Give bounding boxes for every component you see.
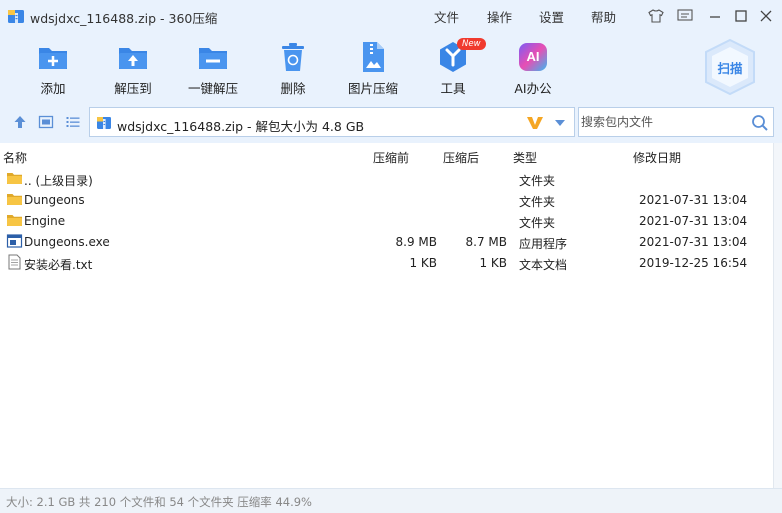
close-icon bbox=[760, 10, 772, 22]
column-type[interactable]: 类型 bbox=[513, 149, 537, 166]
size-before: 1 KB bbox=[409, 256, 437, 270]
size-after: 1 KB bbox=[479, 256, 507, 270]
new-badge: New bbox=[457, 38, 486, 50]
file-name: Dungeons bbox=[24, 193, 85, 207]
table-row[interactable]: Engine 文件夹 2021-07-31 13:04 bbox=[0, 210, 756, 231]
modified-date: 2021-07-31 13:04 bbox=[639, 193, 748, 207]
ai-icon-text: AI bbox=[526, 49, 540, 64]
window-title: wdsjdxc_116488.zip - 360压缩 bbox=[30, 11, 218, 26]
zip-file-icon bbox=[97, 117, 111, 129]
minimize-button[interactable] bbox=[705, 6, 725, 26]
table-row[interactable]: .. (上级目录) 文件夹 bbox=[0, 168, 756, 189]
address-bar[interactable]: wdsjdxc_116488.zip - 解包大小为 4.8 GB bbox=[89, 107, 575, 137]
image-compress-label: 图片压缩 bbox=[347, 81, 398, 96]
search-input[interactable] bbox=[581, 113, 741, 131]
address-row: wdsjdxc_116488.zip - 解包大小为 4.8 GB bbox=[0, 102, 782, 143]
one-click-extract-button[interactable]: 一键解压 bbox=[173, 40, 253, 97]
menu-operation[interactable]: 操作 bbox=[487, 7, 512, 26]
message-icon bbox=[677, 9, 693, 21]
file-type: 文件夹 bbox=[519, 216, 556, 230]
list-view-icon[interactable] bbox=[65, 114, 81, 130]
delete-icon bbox=[282, 43, 304, 71]
folder-icon bbox=[7, 173, 22, 184]
file-type: 应用程序 bbox=[519, 237, 568, 251]
column-name[interactable]: 名称 bbox=[3, 149, 27, 166]
extract-to-label: 解压到 bbox=[114, 81, 152, 96]
shirt-icon bbox=[648, 9, 664, 23]
toolbar: 添加 解压到 一键解压 删除 图片压缩 New 工具 AI AI办公 扫描 bbox=[0, 32, 782, 102]
add-button[interactable]: 添加 bbox=[13, 40, 93, 97]
file-name: Engine bbox=[24, 214, 66, 228]
column-size-after[interactable]: 压缩后 bbox=[443, 149, 479, 166]
chevron-down-icon[interactable] bbox=[554, 119, 566, 127]
title-bar: wdsjdxc_116488.zip - 360压缩 文件 操作 设置 帮助 bbox=[0, 0, 782, 32]
thumbnail-view-icon[interactable] bbox=[38, 114, 54, 130]
add-icon bbox=[39, 48, 67, 69]
minimize-icon bbox=[710, 16, 720, 18]
size-before: 8.9 MB bbox=[395, 235, 437, 249]
delete-button[interactable]: 删除 bbox=[253, 40, 333, 97]
image-compress-button[interactable]: 图片压缩 bbox=[333, 40, 413, 97]
status-text: 大小: 2.1 GB 共 210 个文件和 54 个文件夹 压缩率 44.9% bbox=[6, 495, 312, 509]
menu-settings[interactable]: 设置 bbox=[539, 7, 564, 26]
app-logo-icon bbox=[8, 10, 24, 23]
file-name: 安装必看.txt bbox=[24, 258, 93, 272]
text-file-icon bbox=[8, 254, 21, 270]
scan-button[interactable]: 扫描 bbox=[702, 38, 758, 96]
table-row[interactable]: Dungeons 文件夹 2021-07-31 13:04 bbox=[0, 189, 756, 210]
up-arrow-icon[interactable] bbox=[12, 114, 28, 130]
file-type: 文件夹 bbox=[519, 195, 556, 209]
add-label: 添加 bbox=[40, 81, 66, 96]
scan-label: 扫描 bbox=[717, 61, 743, 76]
file-type: 文本文档 bbox=[519, 258, 568, 272]
file-name: .. (上级目录) bbox=[24, 174, 93, 188]
skin-button[interactable] bbox=[646, 6, 666, 26]
close-button[interactable] bbox=[756, 6, 776, 26]
brand-v-icon bbox=[527, 117, 543, 129]
ai-office-button[interactable]: AI AI办公 bbox=[493, 40, 573, 97]
column-date[interactable]: 修改日期 bbox=[633, 149, 681, 166]
maximize-icon bbox=[735, 10, 747, 22]
file-list: 名称 压缩前 压缩后 类型 修改日期 .. (上级目录) 文件夹 Dungeon… bbox=[0, 143, 782, 488]
modified-date: 2021-07-31 13:04 bbox=[639, 235, 748, 249]
search-icon[interactable] bbox=[751, 114, 769, 132]
folder-icon bbox=[7, 194, 22, 205]
exe-icon bbox=[6, 234, 23, 248]
ai-office-label: AI办公 bbox=[514, 81, 552, 96]
delete-label: 删除 bbox=[280, 81, 306, 96]
file-name: Dungeons.exe bbox=[24, 235, 110, 249]
ai-office-icon: AI bbox=[516, 40, 550, 74]
status-bar: 大小: 2.1 GB 共 210 个文件和 54 个文件夹 压缩率 44.9% bbox=[0, 488, 782, 513]
vertical-scrollbar[interactable] bbox=[773, 143, 782, 488]
table-row[interactable]: Dungeons.exe 8.9 MB 8.7 MB 应用程序 2021-07-… bbox=[0, 231, 756, 252]
extract-to-icon bbox=[119, 48, 147, 69]
image-compress-icon bbox=[363, 42, 384, 72]
maximize-button[interactable] bbox=[731, 6, 751, 26]
one-click-extract-icon bbox=[199, 48, 227, 69]
tools-label: 工具 bbox=[440, 81, 466, 96]
size-after: 8.7 MB bbox=[465, 235, 507, 249]
folder-icon bbox=[7, 215, 22, 226]
modified-date: 2021-07-31 13:04 bbox=[639, 214, 748, 228]
search-box bbox=[578, 107, 774, 137]
menu-help[interactable]: 帮助 bbox=[591, 7, 616, 26]
file-type: 文件夹 bbox=[519, 174, 556, 188]
table-row[interactable]: 安装必看.txt 1 KB 1 KB 文本文档 2019-12-25 16:54 bbox=[0, 252, 756, 273]
tools-button[interactable]: New 工具 bbox=[413, 38, 493, 97]
modified-date: 2019-12-25 16:54 bbox=[639, 256, 748, 270]
extract-to-button[interactable]: 解压到 bbox=[93, 40, 173, 97]
column-size-before[interactable]: 压缩前 bbox=[373, 149, 409, 166]
feedback-button[interactable] bbox=[675, 6, 695, 26]
one-click-extract-label: 一键解压 bbox=[187, 81, 238, 96]
menu-file[interactable]: 文件 bbox=[434, 7, 459, 26]
archive-path: wdsjdxc_116488.zip - 解包大小为 4.8 GB bbox=[117, 119, 365, 134]
